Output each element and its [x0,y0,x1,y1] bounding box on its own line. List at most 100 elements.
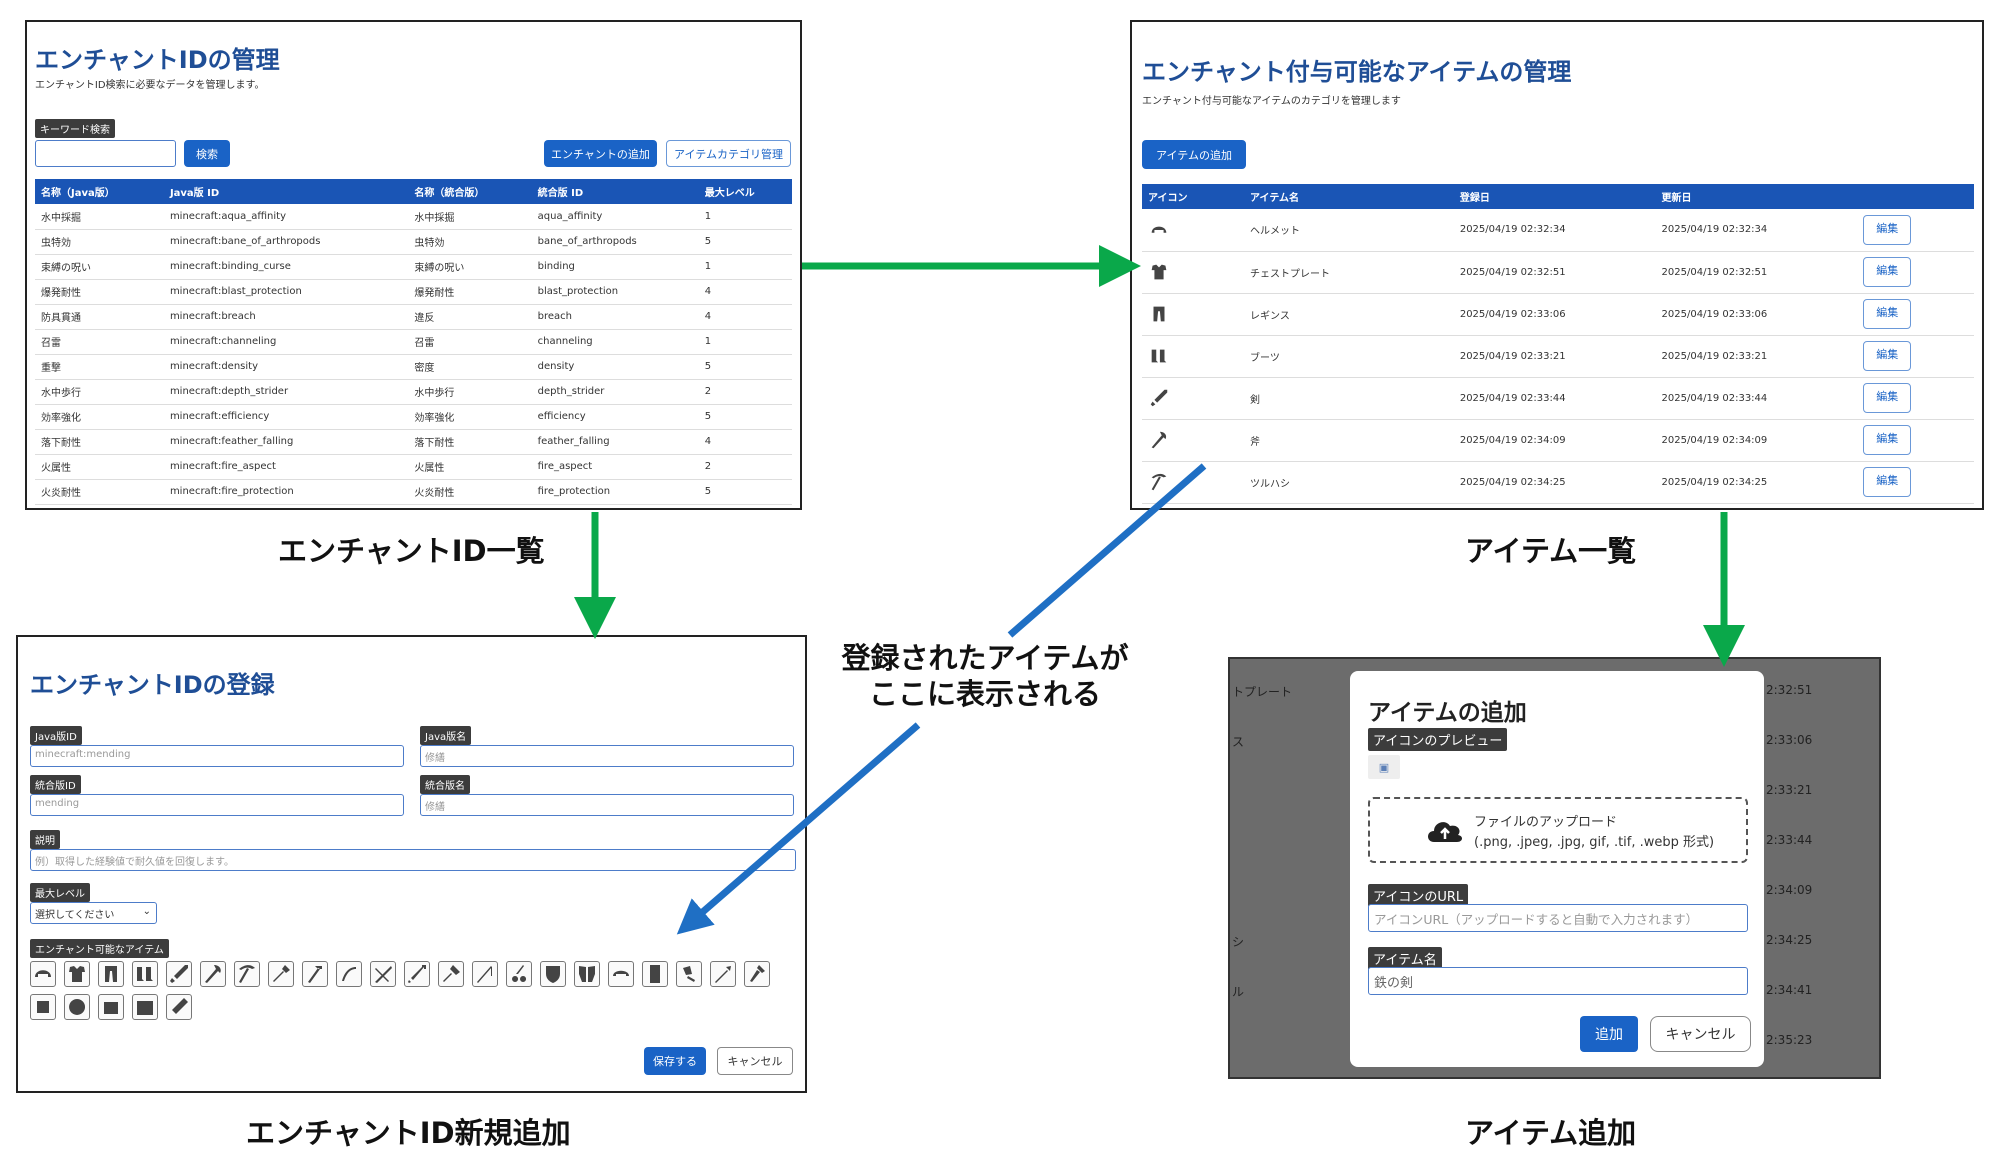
pumpkin-icon[interactable] [98,994,124,1020]
column-header: 統合版 ID [531,179,699,204]
edit-button[interactable]: 編集 [1863,467,1912,497]
fishing-rod-icon[interactable] [472,961,498,987]
chestplate-icon [1142,251,1245,294]
column-header: 更新日 [1655,184,1858,209]
modal-add-button[interactable]: 追加 [1580,1016,1638,1052]
spear-icon[interactable] [166,994,192,1020]
bedrock-id-input[interactable]: mending [30,794,404,816]
table-cell: breach [531,304,699,330]
flint-and-steel-icon[interactable] [676,961,702,987]
table-row[interactable]: 剣 2025/04/19 02:33:44 2025/04/19 02:33:44 編… [1142,377,1974,420]
column-header: Java版 ID [163,179,409,204]
edit-button[interactable]: 編集 [1863,214,1912,245]
table-row[interactable]: 落下耐性 minecraft:feather_falling 落下耐性 feather… [35,429,792,455]
table-cell: 爆発耐性 [35,279,164,305]
modal-cancel-button[interactable]: キャンセル [1650,1016,1751,1052]
save-button[interactable]: 保存する [644,1047,706,1075]
table-row[interactable]: 水中採掘 minecraft:aqua_affinity 水中採掘 aqua_affi… [35,204,792,230]
shovel-icon[interactable] [268,961,294,987]
edit-button[interactable]: 編集 [1863,299,1912,329]
mace-icon[interactable] [438,961,464,987]
table-row[interactable]: 召雷 minecraft:channeling 召雷 channeling 1 [35,329,792,355]
table-row[interactable]: チェストプレート 2025/04/19 02:32:51 2025/04/19 02… [1142,251,1974,294]
item-name: チェストプレート [1244,251,1454,294]
item-created: 2025/04/19 02:33:06 [1453,293,1656,336]
pickaxe-icon [1142,461,1245,504]
table-cell: 召雷 [35,329,164,355]
chestplate-icon[interactable] [64,961,90,987]
brush-icon[interactable] [744,961,770,987]
table-row[interactable]: 爆発耐性 minecraft:blast_protection 爆発耐性 blast_… [35,279,792,305]
edit-button[interactable]: 編集 [1863,257,1912,287]
table-cell: 束縛の呪い [408,254,532,280]
bow-icon[interactable] [336,961,362,987]
background-cell: 2:33:44 [1766,833,1813,847]
max-level-select[interactable]: 選択してください ⌄ [30,902,157,924]
elytra-icon[interactable] [574,961,600,987]
shield-icon[interactable] [540,961,566,987]
leggings-icon[interactable] [98,961,124,987]
axe-icon[interactable] [200,961,226,987]
table-cell: 密度 [408,354,532,380]
icon-url-input[interactable]: アイコンURL（アップロードすると自動で入力されます） [1368,904,1748,932]
table-row[interactable]: ツルハシ 2025/04/19 02:34:25 2025/04/19 02:34:… [1142,461,1974,504]
table-cell: minecraft:efficiency [163,404,409,430]
boots-icon[interactable] [132,961,158,987]
table-row[interactable]: 斧 2025/04/19 02:34:09 2025/04/19 02:34:09 編… [1142,419,1974,462]
item-name: 斧 [1244,419,1454,462]
item-created: 2025/04/19 02:32:34 [1453,209,1656,252]
item-updated: 2025/04/19 02:34:25 [1655,461,1858,504]
table-row[interactable]: 効率強化 minecraft:efficiency 効率強化 efficiency 5 [35,404,792,430]
table-cell: 水中採掘 [408,204,532,230]
table-row[interactable]: レギンス 2025/04/19 02:33:06 2025/04/19 02:33:… [1142,293,1974,336]
edit-cell: 編集 [1857,251,1974,294]
upload-dropzone[interactable]: ファイルのアップロード (.png, .jpeg, .jpg, gif, .ti… [1368,797,1748,863]
add-enchant-button[interactable]: エンチャントの追加 [544,140,657,167]
compass-icon[interactable] [64,994,90,1020]
add-item-button[interactable]: アイテムの追加 [1142,140,1246,169]
trident-icon[interactable] [404,961,430,987]
edit-button[interactable]: 編集 [1863,425,1912,455]
table-cell: 虫特効 [35,229,164,255]
description-input[interactable]: 例）取得した経験値で耐久値を回復します。 [30,849,796,871]
sword-icon[interactable] [166,961,192,987]
table-row[interactable]: 重撃 minecraft:density 密度 density 5 [35,354,792,380]
table-cell: 1 [698,254,792,280]
bedrock-id-label: 統合版ID [30,775,81,794]
table-row[interactable]: 束縛の呪い minecraft:binding_curse 束縛の呪い binding… [35,254,792,280]
shears-icon[interactable] [506,961,532,987]
table-row[interactable]: ブーツ 2025/04/19 02:33:21 2025/04/19 02:33:2… [1142,335,1974,378]
table-cell: channeling [531,329,699,355]
bedrock-name-input[interactable]: 修繕 [420,794,794,816]
book-icon[interactable] [642,961,668,987]
item-category-button[interactable]: アイテムカテゴリ管理 [666,140,791,167]
cancel-button[interactable]: キャンセル [717,1047,793,1075]
turtle-shell-icon[interactable] [608,961,634,987]
table-row[interactable]: ヘルメット 2025/04/19 02:32:34 2025/04/19 02:32… [1142,209,1974,252]
table-cell: 火属性 [35,454,164,480]
chest-icon[interactable] [132,994,158,1020]
table-cell: 虫特効 [408,229,532,255]
edit-button[interactable]: 編集 [1863,383,1912,413]
table-cell: 火炎耐性 [408,479,532,505]
hoe-icon[interactable] [302,961,328,987]
helmet-icon[interactable] [30,961,56,987]
keyword-input[interactable] [35,140,176,167]
table-row[interactable]: 火炎耐性 minecraft:fire_protection 火炎耐性 fire_pr… [35,479,792,505]
head-icon[interactable] [30,994,56,1020]
java-id-input[interactable]: minecraft:mending [30,745,404,767]
item-name-input[interactable]: 鉄の剣 [1368,967,1748,995]
pickaxe-icon[interactable] [234,961,260,987]
table-row[interactable]: 防具貫通 minecraft:breach 違反 breach 4 [35,304,792,330]
table-row[interactable]: 虫特効 minecraft:bane_of_arthropods 虫特効 bane_o… [35,229,792,255]
table-row[interactable]: 火属性 minecraft:fire_aspect 火属性 fire_aspect 2 [35,454,792,480]
table-row[interactable]: 水中歩行 minecraft:depth_strider 水中歩行 depth_str… [35,379,792,405]
search-button[interactable]: 検索 [184,140,230,167]
column-header [1857,184,1974,209]
edit-button[interactable]: 編集 [1863,341,1912,371]
crossbow-icon[interactable] [370,961,396,987]
table-cell: 効率強化 [35,404,164,430]
cloud-upload-icon [1428,822,1463,842]
carrot-on-stick-icon[interactable] [710,961,736,987]
java-name-input[interactable]: 修繕 [420,745,794,767]
